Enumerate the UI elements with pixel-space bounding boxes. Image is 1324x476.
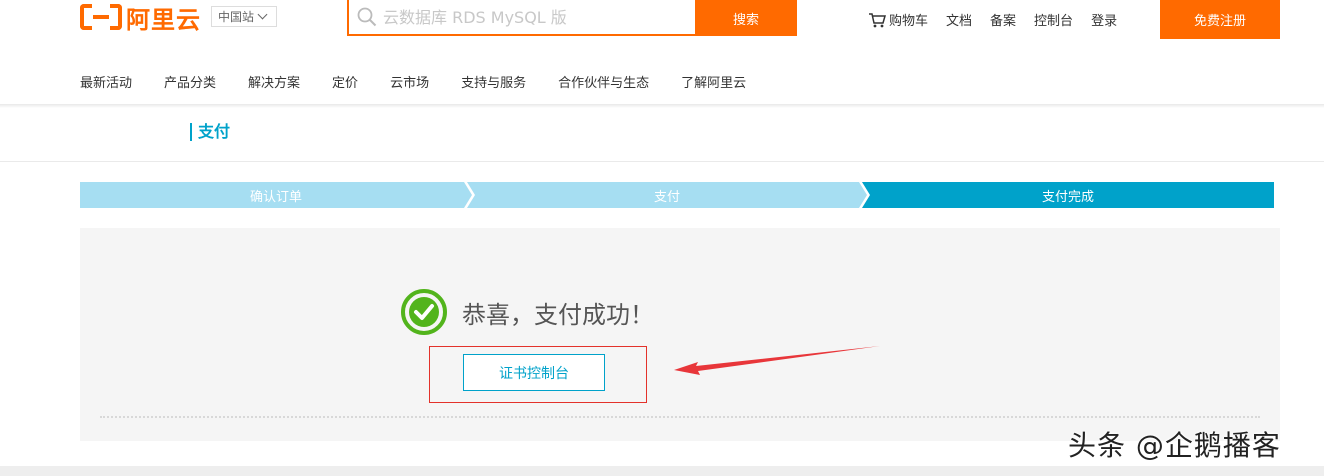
- main-nav-item[interactable]: 解决方案: [248, 72, 300, 91]
- title-divider: [0, 161, 1324, 162]
- success-text: 恭喜，支付成功！: [462, 300, 654, 329]
- result-panel: 恭喜，支付成功！ 证书控制台: [80, 228, 1280, 441]
- main-nav-item[interactable]: 合作伙伴与生态: [558, 72, 649, 91]
- progress-steps: 确认订单 支付 支付完成: [80, 182, 1274, 208]
- main-nav: 最新活动 产品分类 解决方案 定价 云市场 支持与服务 合作伙伴与生态 了解阿里…: [80, 72, 778, 91]
- region-selector[interactable]: 中国站: [211, 6, 277, 27]
- check-circle-icon: [401, 289, 447, 335]
- red-arrow-icon: [674, 346, 880, 375]
- step-confirm-order: 确认订单: [80, 182, 472, 208]
- aliyun-logo[interactable]: 阿里云: [80, 2, 201, 34]
- search-button[interactable]: 搜索: [695, 0, 797, 36]
- step-payment: 支付: [467, 182, 867, 208]
- main-nav-item[interactable]: 了解阿里云: [681, 72, 746, 91]
- top-nav-cart[interactable]: 购物车: [868, 10, 928, 29]
- cert-console-button[interactable]: 证书控制台: [463, 354, 605, 391]
- main-nav-item[interactable]: 支持与服务: [461, 72, 526, 91]
- top-nav-docs[interactable]: 文档: [946, 10, 972, 29]
- chevron-down-icon: [257, 9, 268, 20]
- logo-text: 阿里云: [126, 5, 201, 34]
- header-divider: [0, 104, 1324, 108]
- top-nav: 购物车 文档 备案 控制台 登录: [868, 10, 1135, 29]
- dotted-divider: [100, 416, 1260, 418]
- top-nav-filing[interactable]: 备案: [990, 10, 1016, 29]
- main-nav-item[interactable]: 云市场: [390, 72, 429, 91]
- main-nav-item[interactable]: 定价: [332, 72, 358, 91]
- top-nav-console[interactable]: 控制台: [1034, 10, 1073, 29]
- aliyun-logo-icon: [80, 4, 122, 30]
- page: 阿里云 中国站 搜索 购物车 文档 备案 控制台 登录 免费注册 最新活动 产品…: [0, 0, 1324, 476]
- top-nav-cart-label: 购物车: [889, 14, 929, 29]
- search-box: [347, 0, 697, 36]
- signup-button[interactable]: 免费注册: [1160, 0, 1280, 39]
- success-message: 恭喜，支付成功！: [400, 288, 654, 336]
- search-input[interactable]: [383, 7, 683, 27]
- watermark: 头条 @企鹅播客: [1068, 429, 1281, 462]
- footer-strip: [0, 466, 1324, 476]
- main-nav-item[interactable]: 最新活动: [80, 72, 132, 91]
- region-label: 中国站: [218, 10, 255, 24]
- cart-icon: [869, 12, 886, 27]
- page-title: 支付: [190, 123, 230, 141]
- main-nav-item[interactable]: 产品分类: [164, 72, 216, 91]
- search-icon: [357, 7, 377, 27]
- step-payment-complete: 支付完成: [862, 182, 1274, 208]
- top-nav-login[interactable]: 登录: [1091, 10, 1117, 29]
